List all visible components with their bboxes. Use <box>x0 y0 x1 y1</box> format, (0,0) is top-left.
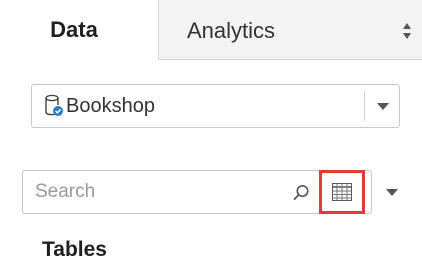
options-menu-arrow-icon[interactable] <box>386 189 398 196</box>
search-icon[interactable] <box>291 183 311 203</box>
data-source-dropdown[interactable]: Bookshop <box>31 84 400 128</box>
tab-data-label: Data <box>50 17 98 42</box>
data-source-name: Bookshop <box>66 95 155 117</box>
tab-analytics[interactable]: Analytics <box>158 0 422 60</box>
tab-data[interactable]: Data <box>0 0 158 60</box>
sort-arrows-icon[interactable] <box>402 22 412 40</box>
data-pane: Data Analytics Bookshop Search Tables <box>0 0 422 278</box>
chevron-down-icon[interactable] <box>377 103 389 110</box>
database-icon <box>45 94 63 116</box>
view-as-list-button[interactable] <box>319 170 365 214</box>
table-grid-icon <box>332 183 352 201</box>
tab-analytics-label: Analytics <box>187 18 276 43</box>
tab-bar: Data Analytics <box>0 0 422 60</box>
search-input[interactable] <box>35 180 265 204</box>
tables-heading: Tables <box>42 238 107 261</box>
dropdown-divider <box>364 91 365 121</box>
